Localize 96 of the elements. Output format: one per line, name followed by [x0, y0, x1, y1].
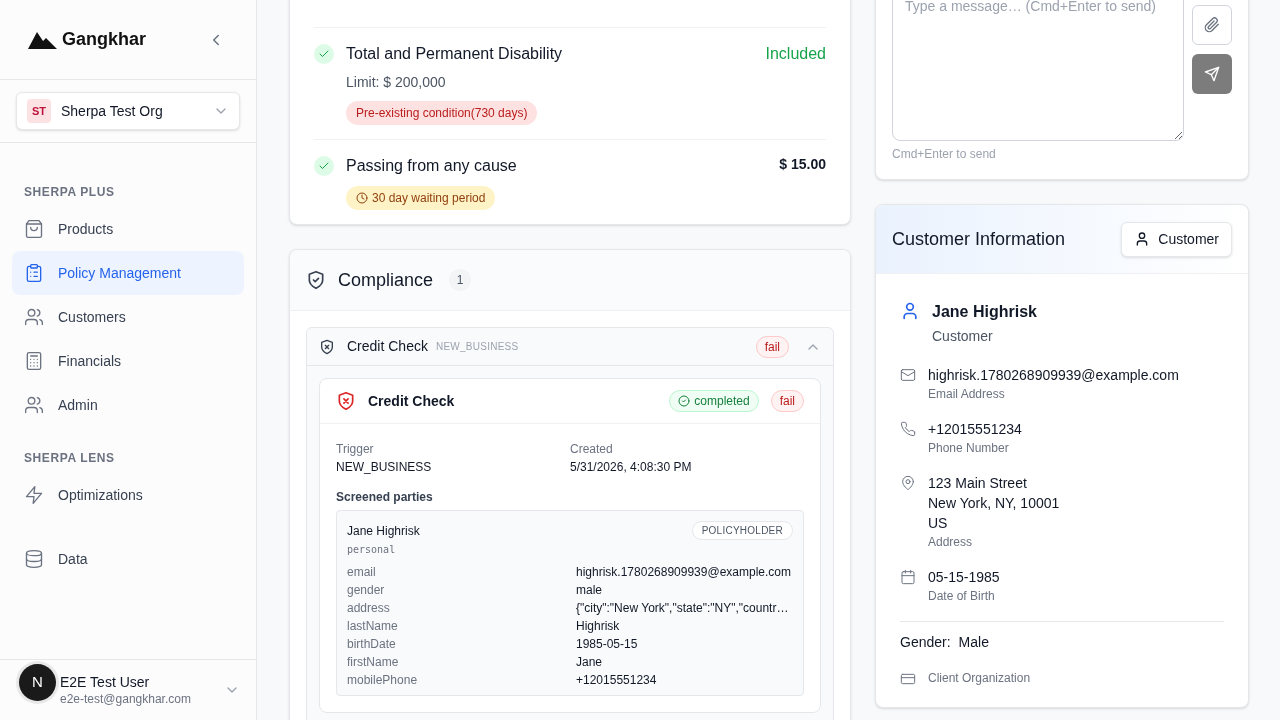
calendar-icon	[900, 569, 916, 585]
envelope-icon	[900, 367, 916, 383]
field-key: mobilePhone	[347, 671, 576, 689]
field-value: Jane	[576, 654, 604, 671]
party-name: Jane Highrisk	[347, 522, 420, 540]
field-value: highrisk.1780268909939@example.com	[576, 564, 792, 581]
customer-name: Jane Highrisk	[932, 302, 1037, 322]
phone-icon	[900, 421, 916, 437]
organization-selector[interactable]: ST Sherpa Test Org	[16, 92, 240, 130]
message-input[interactable]: Type a message… (Cmd+Enter to send)	[892, 0, 1184, 141]
hint-text: Cmd+Enter to send	[892, 146, 997, 163]
field-value: Highrisk	[576, 618, 621, 635]
status-badge: completed	[669, 390, 759, 412]
coverage-price: $ 15.00	[779, 155, 826, 174]
result-badge: fail	[755, 335, 789, 358]
users-icon	[24, 395, 44, 415]
shield-check-icon	[306, 270, 326, 290]
check-name: Credit Check	[347, 337, 428, 356]
contact-value: highrisk.1780268909939@example.com	[928, 366, 1179, 385]
subsection-heading: Screened parties	[336, 489, 434, 506]
org-name: Sherpa Test Org	[61, 101, 164, 121]
nav-item[interactable]: Products	[12, 207, 244, 251]
coverage-name: Passing from any cause	[346, 156, 517, 176]
nav-item[interactable]: Financials	[12, 339, 244, 383]
bag-icon	[24, 219, 44, 239]
customer-role: Customer	[932, 327, 994, 346]
map-pin-icon	[900, 475, 916, 491]
coverage-limit: Limit: $ 200,000	[346, 73, 447, 92]
trigger-tag: NEW_BUSINESS	[435, 339, 748, 354]
shield-x-icon	[319, 338, 335, 355]
field-value: {"city":"New York","state":"NY","countr…	[576, 600, 790, 617]
contact-label: Client Organization	[928, 670, 1031, 687]
gender-label: Gender:	[900, 633, 951, 652]
customer-button[interactable]: Customer	[1121, 221, 1232, 257]
user-email: e2e-test@gangkhar.com	[60, 691, 192, 707]
section-heading: SHERPA PLUS	[23, 184, 116, 201]
contact-value: 123 Main Street	[928, 474, 1028, 493]
nav-item[interactable]: Customers	[12, 295, 244, 339]
user-name: E2E Test User	[60, 673, 151, 691]
contact-label: Email Address	[928, 386, 1006, 403]
party-type: personal	[347, 543, 397, 557]
field-key: firstName	[347, 653, 576, 671]
field-key: lastName	[347, 617, 576, 635]
field-value: 5/31/2026, 4:08:30 PM	[570, 459, 693, 476]
nav-item[interactable]: Policy Management	[12, 251, 244, 295]
field-value: 1985-05-15	[576, 636, 639, 653]
check-circle-icon	[678, 395, 691, 407]
contact-value: US	[928, 514, 949, 533]
credit-card-icon	[900, 671, 916, 687]
paperclip-icon	[1204, 17, 1220, 33]
field-key: birthDate	[347, 635, 576, 653]
field-key: address	[347, 599, 576, 617]
section-title: Compliance	[338, 268, 434, 292]
database-icon	[24, 549, 44, 569]
role-badge: POLICYHOLDER	[691, 521, 793, 540]
card-title: Customer Information	[892, 227, 1066, 251]
org-initials-avatar: ST	[27, 99, 51, 123]
lightning-icon	[24, 485, 44, 505]
coverage-name: Total and Permanent Disability	[346, 44, 563, 64]
send-button[interactable]	[1192, 54, 1232, 94]
contact-label: Address	[928, 534, 974, 551]
contact-value: New York, NY, 10001	[928, 494, 1060, 513]
field-key: email	[347, 563, 576, 581]
dev-tools-button[interactable]: N	[19, 664, 56, 701]
attach-button[interactable]	[1192, 5, 1232, 45]
contact-value: 05-15-1985	[928, 568, 1000, 587]
check-header[interactable]: Credit Check NEW_BUSINESS fail	[307, 328, 833, 366]
count-badge: 1	[449, 269, 472, 291]
nav-item[interactable]: Data	[12, 537, 244, 581]
field-label: Trigger	[336, 441, 375, 458]
mountain-logo-icon	[28, 30, 58, 49]
send-icon	[1204, 66, 1220, 82]
users-icon	[24, 307, 44, 327]
field-value: +12015551234	[576, 672, 658, 689]
brand-name: Gangkhar	[62, 28, 147, 51]
field-label: Created	[570, 441, 614, 458]
waiting-period-badge: 30 day waiting period	[346, 186, 496, 210]
exclusion-badge: Pre-existing condition(730 days)	[346, 101, 538, 125]
contact-label: Phone Number	[928, 440, 1010, 457]
section-heading: SHERPA LENS	[23, 450, 116, 467]
clock-icon	[356, 192, 368, 204]
field-key: gender	[347, 581, 576, 599]
field-value: NEW_BUSINESS	[336, 459, 433, 476]
shield-x-icon	[336, 391, 356, 411]
calculator-icon	[24, 351, 44, 371]
nav-item[interactable]: Optimizations	[12, 473, 244, 517]
gender-value: Male	[958, 633, 989, 652]
clipboard-icon	[24, 263, 44, 283]
field-value: male	[576, 582, 603, 599]
user-icon	[900, 301, 920, 321]
contact-value: +12015551234	[928, 420, 1022, 439]
nav-item[interactable]: Admin	[12, 383, 244, 427]
contact-label: Date of Birth	[928, 588, 996, 605]
included-label: Included	[765, 44, 826, 64]
result-badge: fail	[770, 390, 804, 412]
check-title: Credit Check	[368, 391, 456, 411]
